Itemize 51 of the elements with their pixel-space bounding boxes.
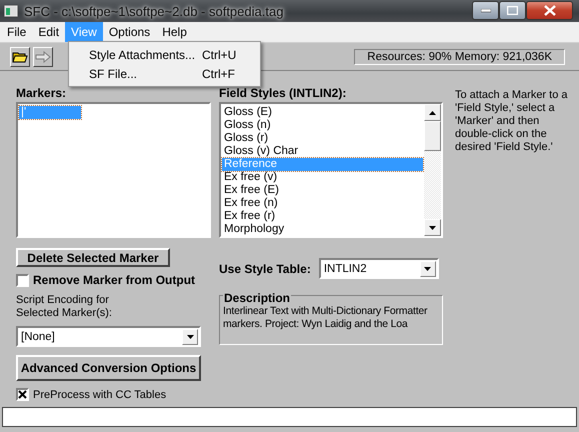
script-encoding-label: Script Encoding for Selected Marker(s): <box>16 294 113 320</box>
down-arrow-icon <box>429 226 436 230</box>
caret-icon <box>424 266 432 270</box>
style-table-label: Use Style Table: <box>219 262 311 276</box>
resources-status: Resources: 90% Memory: 921,036K <box>354 48 565 64</box>
shortcut-label: Ctrl+F <box>202 66 235 80</box>
minimize-icon <box>480 8 490 12</box>
group-title: Description <box>223 291 292 305</box>
scroll-down-button[interactable] <box>424 219 441 236</box>
list-item[interactable]: Ex free (v) <box>222 171 423 184</box>
checkbox-label: Remove Marker from Output <box>33 273 196 287</box>
close-button[interactable] <box>526 1 573 20</box>
menu-option[interactable]: SF File... <box>89 66 202 80</box>
markers-label: Markers: <box>16 86 68 100</box>
maximize-icon <box>507 6 518 15</box>
delete-marker-button[interactable]: Delete Selected Marker <box>16 248 170 267</box>
open-folder-button[interactable] <box>10 46 30 66</box>
list-item[interactable]: Ex free (E) <box>222 184 423 197</box>
advanced-options-button[interactable]: Advanced Conversion Options <box>16 355 201 381</box>
menu-item[interactable]: Options <box>102 22 156 42</box>
maximize-button[interactable] <box>499 1 526 20</box>
checkbox[interactable] <box>16 388 29 401</box>
menu-option[interactable]: Style Attachments... <box>89 48 202 62</box>
scroll-thumb[interactable] <box>424 121 441 151</box>
list-item[interactable]: Morphology <box>222 223 423 236</box>
menu-item[interactable]: Edit <box>32 22 66 42</box>
dropdown[interactable]: INTLIN2 <box>318 258 439 279</box>
list-item[interactable]: Gloss (v) Char <box>222 145 423 158</box>
list-item[interactable]: Gloss (E) <box>222 106 423 119</box>
menu-item[interactable]: File <box>1 22 32 42</box>
checkbox-label: PreProcess with CC Tables <box>33 388 166 400</box>
close-icon <box>544 5 556 16</box>
checkbox[interactable] <box>16 274 29 286</box>
dropdown[interactable]: [None] <box>16 326 201 347</box>
menu-item[interactable]: Help <box>156 22 193 42</box>
caret-icon <box>186 334 194 338</box>
arrow-button[interactable] <box>33 46 53 66</box>
scroll-up-button[interactable] <box>424 104 441 121</box>
shortcut-label: Ctrl+U <box>202 48 236 62</box>
list-item[interactable]: Ex free (n) <box>222 197 423 210</box>
field-styles-label: Field Styles (INTLIN2): <box>219 86 348 100</box>
list-item[interactable]: Ex free (r) <box>222 210 423 223</box>
window-title: SFC - c:\softpe~1\softpe~2.db - softpedia.tag <box>24 4 284 18</box>
list-item[interactable]: Gloss (n) <box>222 119 423 132</box>
scrollbar[interactable] <box>424 104 441 236</box>
minimize-button[interactable] <box>472 1 499 20</box>
up-arrow-icon <box>429 110 436 114</box>
list-item[interactable]: Gloss (r) <box>222 132 423 145</box>
description-text: Interlinear Text with Multi-Dictionary Formatter markers. Project: Wyn Laidig and the Loa <box>223 305 428 331</box>
help-text: To attach a Marker to a 'Field Style,' select a 'Marker' and then double-click on the desired 'Field Style.' <box>455 89 568 154</box>
app-icon <box>4 5 18 17</box>
